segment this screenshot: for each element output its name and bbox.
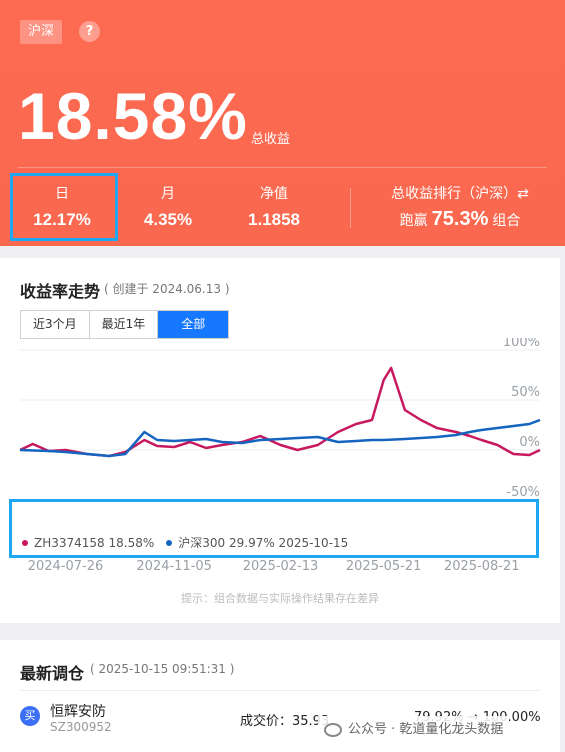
y-tick-label: 0% — [519, 435, 540, 450]
total-return-label: 总收益 — [251, 132, 291, 147]
stock-code: SZ300952 — [50, 720, 112, 734]
return-rank-stat[interactable]: 总收益排行（沪深）⇄ 跑赢 75.3% 组合 — [360, 185, 560, 234]
x-tick-label: 2025-02-13 — [243, 559, 319, 574]
return-rank-label[interactable]: 总收益排行（沪深）⇄ — [360, 185, 560, 203]
help-icon[interactable]: ? — [79, 21, 100, 42]
total-return-value: 18.58% — [18, 79, 248, 153]
range-tab-group: 近3个月 最近1年 全部 — [20, 310, 230, 339]
rank-suffix: 组合 — [492, 213, 521, 229]
x-tick-label: 2025-05-21 — [346, 559, 422, 574]
y-tick-label: -50% — [506, 485, 540, 500]
monthly-return-stat: 月 4.35% — [118, 185, 218, 232]
watermark-text: 公众号 · 乾道量化龙头数据 — [348, 722, 504, 737]
y-tick-label: 50% — [511, 385, 540, 400]
stat-divider — [350, 188, 351, 228]
legend-index-dot — [166, 539, 173, 546]
stock-name[interactable]: 恒辉安防 — [50, 701, 106, 721]
trade-divider — [20, 690, 540, 691]
return-summary-header: 沪深 ? 18.58% 总收益 日 12.17% 月 4.35% 净值 1.18… — [0, 0, 565, 246]
rank-value: 75.3% — [431, 208, 489, 230]
daily-return-label: 日 — [55, 186, 69, 202]
chart-card-title: 收益率走势 — [20, 282, 101, 301]
net-value-label: 净值 — [260, 186, 288, 202]
market-tag[interactable]: 沪深 — [20, 20, 63, 44]
chart-disclaimer: 提示：组合数据与实际操作结果存在差异 — [181, 592, 379, 605]
wechat-watermark: 公众号 · 乾道量化龙头数据 — [318, 716, 510, 744]
return-trend-card: 收益率走势 ( 创建于 2024.06.13 ) 近3个月 最近1年 全部 10… — [0, 258, 560, 623]
x-tick-label: 2024-11-05 — [136, 559, 212, 574]
trade-price: 成交价：35.93 — [240, 714, 330, 729]
net-value-stat: 净值 1.1858 — [224, 185, 324, 232]
rank-prefix: 跑赢 — [399, 213, 428, 229]
tab-3-months[interactable]: 近3个月 — [21, 311, 90, 338]
wechat-icon — [324, 723, 342, 737]
header-divider — [18, 167, 547, 168]
trade-card-title: 最新调仓 — [20, 664, 85, 683]
monthly-return-label: 月 — [161, 186, 175, 202]
x-tick-label: 2024-07-26 — [28, 559, 104, 574]
tab-1-year[interactable]: 最近1年 — [89, 311, 159, 338]
daily-return-value: 12.17% — [33, 210, 91, 229]
index-series-line — [19, 418, 541, 458]
x-tick-label: 2025-08-21 — [444, 559, 520, 574]
monthly-return-value: 4.35% — [143, 210, 193, 229]
chart-legend: ZH3374158 18.58% 沪深300 29.97% 2025-10-15 — [22, 534, 348, 551]
legend-portfolio-dot — [22, 539, 28, 546]
legend-index-label: 沪深300 29.97% 2025-10-15 — [178, 536, 349, 550]
legend-portfolio-label: ZH3374158 18.58% — [34, 535, 155, 550]
y-tick-label: 100% — [503, 338, 540, 350]
trade-timestamp: ( 2025-10-15 09:51:31 ) — [90, 662, 235, 676]
portfolio-series-line — [19, 366, 541, 458]
chart-created-date: ( 创建于 2024.06.13 ) — [104, 282, 230, 296]
net-value-value: 1.1858 — [248, 210, 300, 229]
buy-icon: 买 — [20, 706, 40, 726]
return-rank-row: 跑赢 75.3% 组合 — [360, 206, 560, 234]
tab-all[interactable]: 全部 — [158, 311, 229, 338]
daily-return-stat: 日 12.17% — [12, 185, 112, 232]
